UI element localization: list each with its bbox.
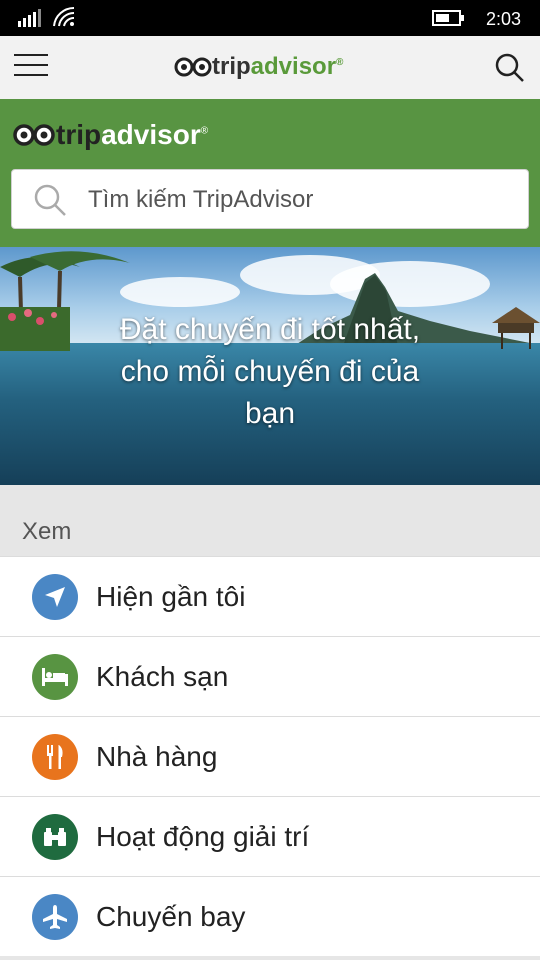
near-me-circle (32, 574, 78, 620)
list-item-hotels[interactable]: Khách sạn (0, 636, 540, 716)
owl-eyes-icon (13, 124, 55, 146)
hero-banner: Đặt chuyến đi tốt nhất, cho mỗi chuyến đ… (0, 247, 540, 485)
wifi-icon (53, 6, 75, 27)
hamburger-menu-button[interactable] (14, 54, 48, 80)
logo-trip-text: trip (212, 53, 251, 80)
binoculars-icon (44, 828, 66, 846)
list-item-label: Hiện gần tôi (96, 581, 246, 612)
header-logo-trip-text: trip (56, 119, 102, 150)
header-logo-wordmark: tripadvisor® (56, 119, 208, 151)
restaurants-circle (32, 734, 78, 780)
signal-strength-icon (18, 9, 41, 27)
flights-circle (32, 894, 78, 940)
list-item-label: Hoạt động giải trí (96, 821, 310, 852)
search-placeholder: Tìm kiếm TripAdvisor (88, 186, 314, 213)
fork-knife-icon (47, 745, 63, 769)
search-icon[interactable] (494, 52, 526, 84)
hero-caption-line: bạn (244, 397, 296, 430)
bed-icon (42, 668, 68, 686)
owl-eyes-icon (174, 57, 212, 77)
hero-caption-line: Đặt chuyến đi tốt nhất, (119, 313, 421, 346)
logo-wordmark: tripadvisor® (212, 53, 343, 81)
menu-line (14, 64, 48, 66)
tripadvisor-header-logo: tripadvisor® (12, 119, 208, 151)
status-bar: 2:03 (0, 0, 540, 36)
hotels-circle (32, 654, 78, 700)
logo-advisor-text: advisor (250, 53, 337, 80)
navigation-arrow-icon (45, 587, 65, 607)
registered-mark: ® (336, 57, 344, 68)
list-item-restaurants[interactable]: Nhà hàng (0, 716, 540, 796)
list-item-near-me[interactable]: Hiện gần tôi (0, 556, 540, 636)
clock: 2:03 (486, 9, 522, 29)
browse-list: Hiện gần tôi Khách sạn Nhà hàng Hoạt độn… (0, 556, 540, 956)
hero-caption: Đặt chuyến đi tốt nhất, cho mỗi chuyến đ… (0, 309, 540, 435)
menu-line (14, 74, 48, 76)
list-item-flights[interactable]: Chuyến bay (0, 876, 540, 956)
attractions-circle (32, 814, 78, 860)
search-input[interactable]: Tìm kiếm TripAdvisor (11, 169, 529, 229)
search-icon (34, 184, 66, 216)
header-logo-advisor-text: advisor (101, 119, 201, 150)
header-registered-mark: ® (200, 125, 209, 137)
list-item-label: Nhà hàng (96, 741, 218, 772)
list-item-label: Khách sạn (96, 661, 229, 692)
green-header: tripadvisor® Tìm kiếm TripAdvisor (0, 99, 540, 247)
menu-line (14, 54, 48, 56)
list-item-attractions[interactable]: Hoạt động giải trí (0, 796, 540, 876)
battery-icon (432, 10, 464, 26)
airplane-icon (43, 905, 67, 929)
tripadvisor-logo: tripadvisor® (174, 52, 343, 82)
app-bar: tripadvisor® (0, 36, 540, 99)
section-label: Xem (22, 518, 72, 545)
hero-caption-line: cho mỗi chuyến đi của (120, 355, 420, 388)
list-item-label: Chuyến bay (96, 901, 246, 932)
